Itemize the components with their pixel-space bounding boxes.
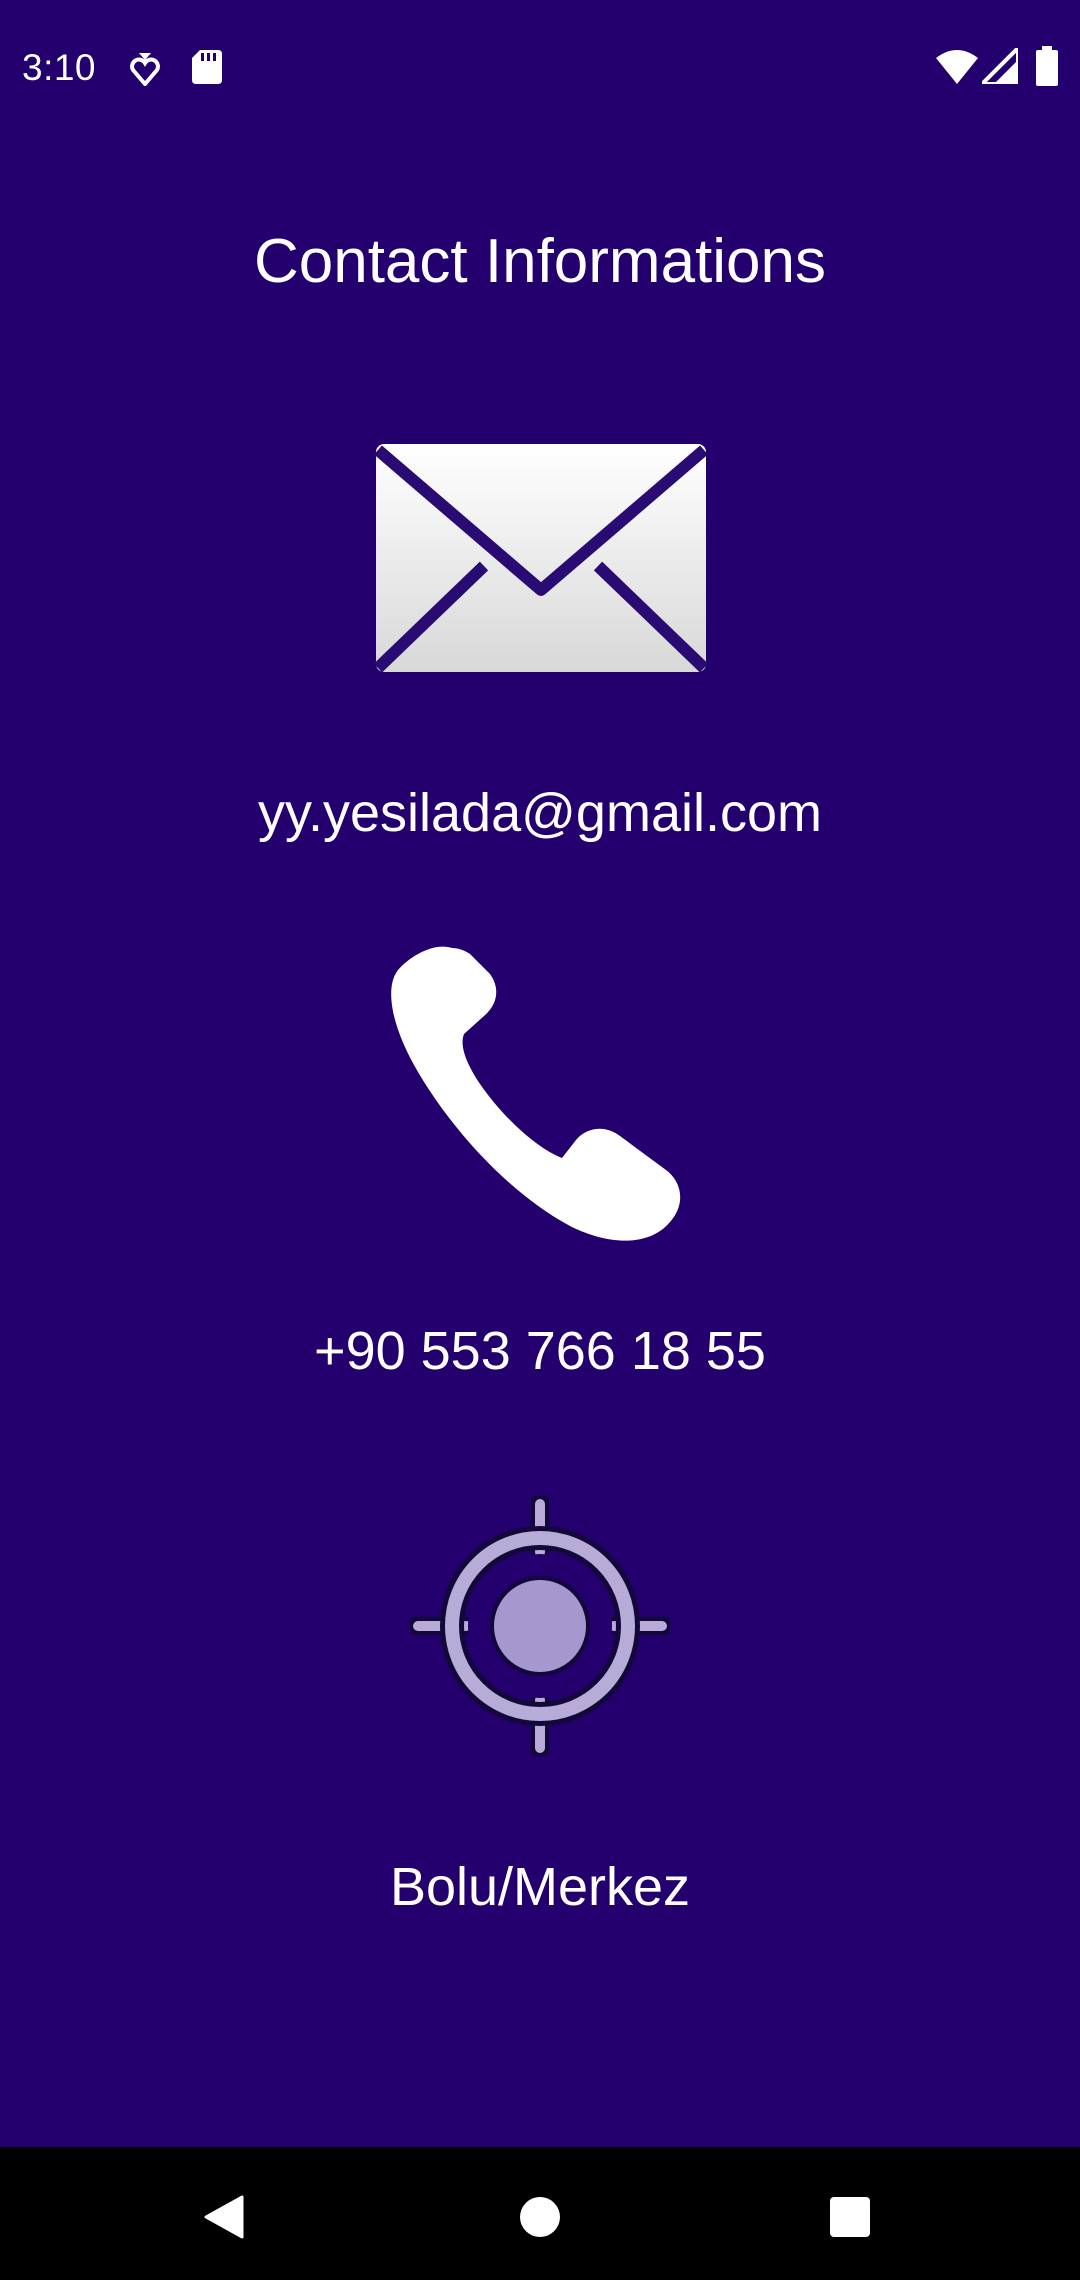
phone-handset-icon[interactable] (390, 944, 690, 1244)
sd-card-icon (192, 50, 222, 84)
status-bar: 3:10 (0, 0, 1080, 132)
location-text[interactable]: Bolu/Merkez (0, 1852, 1080, 1922)
navigation-bar (0, 2147, 1080, 2280)
download-notification-icon (130, 53, 160, 86)
recent-apps-icon[interactable] (829, 2196, 871, 2238)
wifi-icon (936, 50, 978, 84)
location-target-icon[interactable] (410, 1496, 670, 1756)
status-time: 3:10 (22, 47, 97, 88)
email-text[interactable]: yy.yesilada@gmail.com (0, 778, 1080, 848)
battery-icon (1036, 46, 1058, 86)
contact-screen: 3:10 Contact Informations yy.yesilada@gm… (0, 0, 1080, 2280)
envelope-icon[interactable] (374, 440, 708, 678)
cellular-signal-icon (982, 48, 1018, 84)
page-title: Contact Informations (253, 227, 827, 296)
back-icon[interactable] (204, 2195, 244, 2239)
phone-text[interactable]: +90 553 766 18 55 (0, 1316, 1080, 1386)
home-icon[interactable] (518, 2195, 562, 2239)
